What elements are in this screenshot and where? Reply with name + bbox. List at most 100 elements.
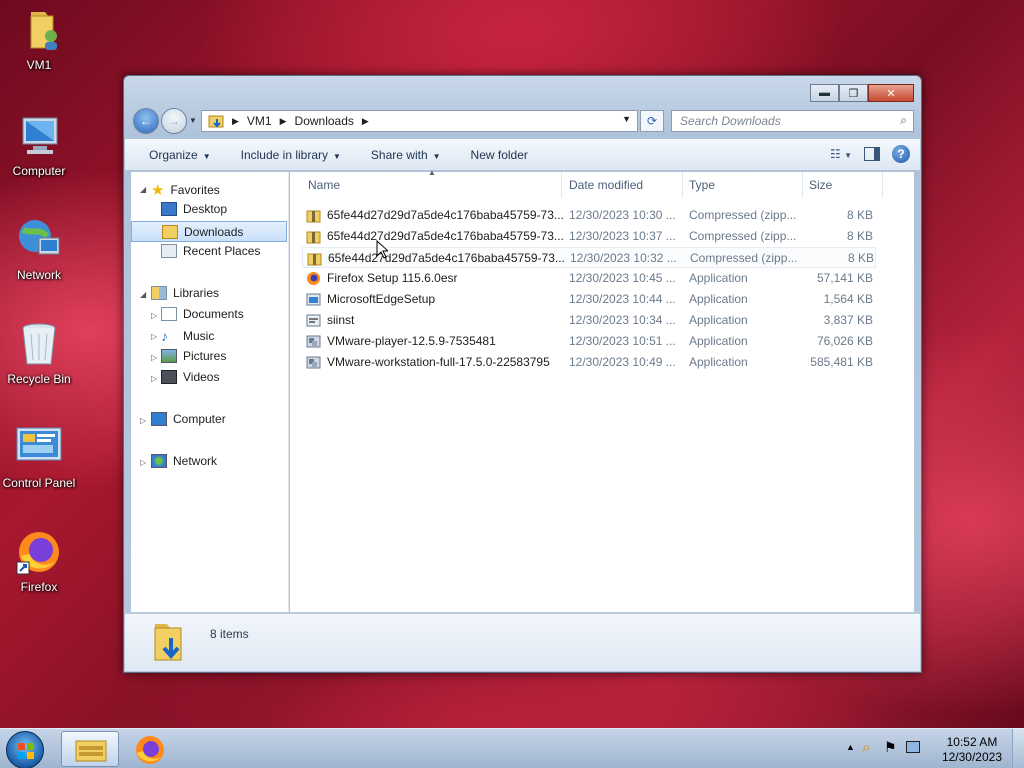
file-name: Firefox Setup 115.6.0esr: [327, 271, 458, 285]
file-type: Application: [689, 271, 748, 285]
expand-triangle-icon[interactable]: ▷: [140, 416, 146, 425]
firefox-installer-icon: [306, 271, 321, 286]
nav-desktop[interactable]: Desktop: [161, 202, 227, 216]
file-name: 65fe44d27d29d7a5de4c176baba45759-73...: [328, 251, 565, 265]
taskbar-explorer-button[interactable]: [61, 731, 119, 767]
file-row[interactable]: VMware-workstation-full-17.5.0-22583795 1…: [302, 352, 876, 373]
folder-download-icon: [208, 115, 224, 128]
nav-computer[interactable]: Computer: [151, 412, 226, 426]
zip-folder-icon: [306, 229, 321, 244]
network-tray-icon[interactable]: [906, 741, 920, 753]
file-name: siinst: [327, 313, 355, 327]
start-button[interactable]: [6, 731, 44, 768]
breadcrumb-downloads[interactable]: Downloads: [295, 114, 354, 128]
forward-button[interactable]: →: [161, 108, 187, 134]
taskbar: ▲ ⌕ ⚑ 10:52 AM 12/30/2023: [0, 728, 1024, 768]
nav-favorites[interactable]: ★ Favorites: [151, 181, 220, 199]
expand-triangle-icon[interactable]: ▷: [151, 353, 157, 362]
back-button[interactable]: ←: [133, 108, 159, 134]
column-header-type[interactable]: Type: [689, 178, 715, 192]
minimize-button[interactable]: ▬: [810, 84, 839, 102]
include-in-library-button[interactable]: Include in library ▼: [241, 148, 341, 162]
search-icon[interactable]: ⌕: [900, 113, 907, 128]
nav-desktop-label: Desktop: [183, 202, 228, 216]
collapse-triangle-icon[interactable]: ◢: [140, 185, 146, 194]
expand-triangle-icon[interactable]: ▷: [151, 311, 157, 320]
back-arrow-icon: ←: [140, 114, 152, 128]
file-type: Compressed (zipp...: [689, 208, 797, 222]
desktop-icon-vm1[interactable]: VM1: [1, 6, 77, 72]
share-with-button[interactable]: Share with ▼: [371, 148, 441, 162]
file-row[interactable]: 65fe44d27d29d7a5de4c176baba45759-73... 12…: [302, 226, 876, 247]
change-view-button[interactable]: ☷ ▼: [830, 147, 852, 161]
nav-pictures[interactable]: Pictures: [161, 349, 226, 363]
nav-documents[interactable]: Documents: [161, 307, 244, 321]
file-row[interactable]: siinst 12/30/2023 10:34 ... Application 3,8…: [302, 310, 876, 331]
maximize-button[interactable]: ❐: [839, 84, 868, 102]
breadcrumb-separator-icon[interactable]: ▶: [232, 116, 239, 127]
recent-pages-dropdown-icon[interactable]: ▼: [189, 116, 197, 125]
new-folder-button[interactable]: New folder: [471, 148, 528, 162]
nav-music[interactable]: ♪ Music: [161, 328, 214, 344]
desktop-icon-firefox[interactable]: Firefox: [1, 528, 77, 594]
refresh-button[interactable]: ⟳: [640, 110, 664, 132]
taskbar-firefox-button[interactable]: [122, 731, 180, 767]
nav-recent-places[interactable]: Recent Places: [161, 244, 260, 258]
user-folder-icon: [15, 6, 63, 54]
search-input[interactable]: Search Downloads ⌕: [671, 110, 914, 132]
collapse-triangle-icon[interactable]: ◢: [140, 290, 146, 299]
file-row[interactable]: VMware-player-12.5.9-7535481 12/30/2023 1…: [302, 331, 876, 352]
file-type: Compressed (zipp...: [690, 251, 798, 265]
file-row[interactable]: Firefox Setup 115.6.0esr 12/30/2023 10:45…: [302, 268, 876, 289]
close-button[interactable]: ✕: [868, 84, 914, 102]
column-header-name[interactable]: Name: [308, 178, 340, 192]
desktop-icon-label: Network: [16, 268, 61, 282]
show-hidden-icons-icon[interactable]: ▲: [846, 742, 855, 752]
breadcrumb-vm1[interactable]: VM1: [247, 114, 272, 128]
installer-icon: [306, 313, 321, 328]
file-row[interactable]: MicrosoftEdgeSetup 12/30/2023 10:44 ... Ap…: [302, 289, 876, 310]
help-icon[interactable]: ?: [892, 145, 910, 163]
nav-videos[interactable]: Videos: [161, 370, 219, 384]
desktop-icon-recycle-bin[interactable]: Recycle Bin: [1, 320, 77, 386]
column-header-size[interactable]: Size: [809, 178, 832, 192]
downloads-folder-icon: [154, 624, 182, 661]
magnifier-tray-icon[interactable]: ⌕: [862, 739, 870, 756]
column-header-date[interactable]: Date modified: [569, 178, 643, 192]
desktop-icon-network[interactable]: Network: [1, 216, 77, 282]
organize-button[interactable]: Organize ▼: [149, 148, 211, 162]
include-in-library-label: Include in library: [240, 147, 328, 162]
expand-triangle-icon[interactable]: ▷: [140, 458, 146, 467]
nav-network[interactable]: Network: [151, 454, 217, 468]
nav-downloads[interactable]: Downloads: [131, 221, 287, 242]
chevron-down-icon: ▼: [202, 151, 211, 161]
nav-libraries[interactable]: Libraries: [151, 286, 219, 300]
nav-network-label: Network: [173, 454, 218, 468]
show-desktop-button[interactable]: [1012, 729, 1024, 768]
desktop-icon-control-panel[interactable]: Control Panel: [1, 424, 77, 490]
clock[interactable]: 10:52 AM 12/30/2023: [942, 735, 1002, 765]
breadcrumb-separator-icon[interactable]: ▶: [362, 116, 369, 127]
breadcrumb-separator-icon[interactable]: ▶: [280, 116, 287, 127]
star-icon: ★: [151, 182, 165, 199]
caption-buttons: ▬ ❐ ✕: [810, 84, 914, 102]
expand-triangle-icon[interactable]: ▷: [151, 374, 157, 383]
desktop-icon-computer[interactable]: Computer: [1, 112, 77, 178]
file-size: 8 KB: [847, 251, 874, 265]
nav-documents-label: Documents: [183, 307, 244, 321]
address-dropdown-icon[interactable]: ▼: [622, 114, 631, 124]
windows-logo-icon: [18, 743, 34, 759]
zip-folder-icon: [306, 208, 321, 223]
file-name: 65fe44d27d29d7a5de4c176baba45759-73...: [327, 208, 564, 222]
preview-pane-button[interactable]: [864, 147, 880, 161]
explorer-folder-icon: [75, 740, 107, 762]
file-row[interactable]: 65fe44d27d29d7a5de4c176baba45759-73... 12…: [302, 205, 876, 226]
address-bar[interactable]: ▶ VM1 ▶ Downloads ▶ ▼: [201, 110, 638, 132]
file-row[interactable]: 65fe44d27d29d7a5de4c176baba45759-73... 12…: [302, 247, 876, 268]
desktop-icon-label: Recycle Bin: [7, 372, 71, 386]
documents-icon: [161, 307, 177, 321]
computer-icon: [15, 112, 63, 160]
expand-triangle-icon[interactable]: ▷: [151, 332, 157, 341]
nav-recent-places-label: Recent Places: [183, 244, 261, 258]
action-center-flag-icon[interactable]: ⚑: [884, 739, 897, 756]
